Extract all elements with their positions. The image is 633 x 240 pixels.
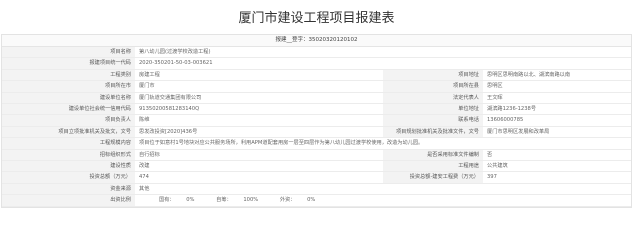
funding-ratios: 国有： 0% 自筹： 100% 外资： 0% (135, 194, 631, 207)
table-row: 项目名称 第八幼儿园(过渡学校改造工程) (2, 47, 631, 59)
row-value: 改建 (135, 160, 383, 173)
table-row: 建设单位社会统一信用代码 91350200581283140Q 单位地址 湖滨路… (2, 103, 631, 116)
row-label: 招标组织形式 (2, 149, 135, 162)
page-title: 厦门市建设工程项目报建表 (238, 11, 395, 26)
project-registration-form: 报建__登字：35020320120102 项目名称 第八幼儿园(过渡学校改造工… (1, 34, 632, 208)
row-label: 建设单位社会统一信用代码 (2, 103, 135, 116)
page: 厦门市建设工程项目报建表 报建__登字：35020320120102 项目名称 … (0, 0, 633, 240)
row-label-2: 项目所在县 (383, 80, 483, 93)
row-value: 项目位于如意村1号地块对应公共服务场所，利用APM道配套用房一层至四层作为第八幼… (135, 137, 631, 150)
row-value: 2020-350201-50-03-003621 (135, 57, 631, 70)
funding-self-label: 自筹： (216, 197, 232, 204)
table-row-funding: 出资比例 国有： 0% 自筹： 100% 外资： 0% (2, 194, 631, 207)
row-value-2: 思明区思明南路以北、湖滨南路以南 (483, 69, 631, 82)
row-value: 陈维 (135, 114, 383, 127)
funding-label: 出资比例 (2, 194, 135, 207)
row-value: 第八幼儿园(过渡学校改造工程) (135, 47, 631, 59)
row-value-2: 公共建筑 (483, 160, 631, 173)
row-value: 厦门市 (135, 80, 383, 93)
row-value: 474 (135, 171, 383, 184)
row-label-2: 是否采用标准文件编制 (383, 149, 483, 162)
table-row: 项目立项批准机关及批文，文号 思发改投资[2020]436号 项目规划批准机关及… (2, 126, 631, 139)
table-row: 工程规模内容 项目位于如意村1号地块对应公共服务场所，利用APM道配套用房一层至… (2, 137, 631, 150)
row-label-2: 项目地址 (383, 69, 483, 82)
row-value: 房建工程 (135, 69, 383, 82)
row-value: 思发改投资[2020]436号 (135, 126, 383, 139)
row-value-2: 397 (483, 171, 631, 184)
row-label: 项目所在市 (2, 80, 135, 93)
row-label: 建设性质 (2, 160, 135, 173)
row-label-2: 工程用途 (383, 160, 483, 173)
row-value-2: 厦门市思明区发展和改革局 (483, 126, 631, 139)
funding-state-label: 国有： (159, 197, 175, 204)
row-label-2: 投资总额-建安工程费（万元） (383, 171, 483, 184)
funding-state-pct: 0% (186, 197, 195, 204)
table-row: 资金来源 其他 (2, 183, 631, 196)
row-label: 工程规模内容 (2, 137, 135, 150)
row-label-2: 单位地址 (383, 103, 483, 116)
table-row: 项目负责人 陈维 联系电话 13606000785 (2, 114, 631, 127)
row-value-2: 否 (483, 149, 631, 162)
table-row: 投资总额（万元） 474 投资总额-建安工程费（万元） 397 (2, 171, 631, 184)
row-value-2: 湖滨路1236-1238号 (483, 103, 631, 116)
funding-foreign-pct: 0% (307, 197, 316, 204)
row-label: 建设单位名称 (2, 92, 135, 105)
row-value-2: 王文晖 (483, 92, 631, 105)
row-label: 投资总额（万元） (2, 171, 135, 184)
funding-self-pct: 100% (243, 197, 259, 204)
row-value-2: 13606000785 (483, 114, 631, 127)
row-label: 项目立项批准机关及批文，文号 (2, 126, 135, 139)
row-value: 其他 (135, 183, 631, 196)
row-value: 自行招标 (135, 149, 383, 162)
row-label: 报建项目统一代码 (2, 57, 135, 70)
table-row: 建设性质 改建 工程用途 公共建筑 (2, 160, 631, 173)
row-value-2: 思明区 (483, 80, 631, 93)
row-label: 工程类别 (2, 69, 135, 82)
row-label-2: 联系电话 (383, 114, 483, 127)
table-row: 工程类别 房建工程 项目地址 思明区思明南路以北、湖滨南路以南 (2, 69, 631, 82)
funding-foreign-label: 外资： (279, 197, 296, 204)
row-value: 厦门轨道交通集团有限公司 (135, 92, 383, 105)
form-table: 项目名称 第八幼儿园(过渡学校改造工程) 报建项目统一代码 2020-35020… (2, 47, 631, 207)
table-row: 招标组织形式 自行招标 是否采用标准文件编制 否 (2, 149, 631, 162)
row-label-2: 法定代表人 (383, 92, 483, 105)
row-label: 资金来源 (2, 183, 135, 196)
row-value: 91350200581283140Q (135, 103, 383, 116)
row-label: 项目名称 (2, 47, 135, 59)
row-label: 项目负责人 (2, 114, 135, 127)
table-row: 报建项目统一代码 2020-350201-50-03-003621 (2, 57, 631, 70)
registration-code: 报建__登字：35020320120102 (2, 35, 631, 47)
table-row: 建设单位名称 厦门轨道交通集团有限公司 法定代表人 王文晖 (2, 92, 631, 105)
table-row: 项目所在市 厦门市 项目所在县 思明区 (2, 80, 631, 93)
row-label-2: 项目规划批准机关及批准文件，文号 (383, 126, 483, 139)
